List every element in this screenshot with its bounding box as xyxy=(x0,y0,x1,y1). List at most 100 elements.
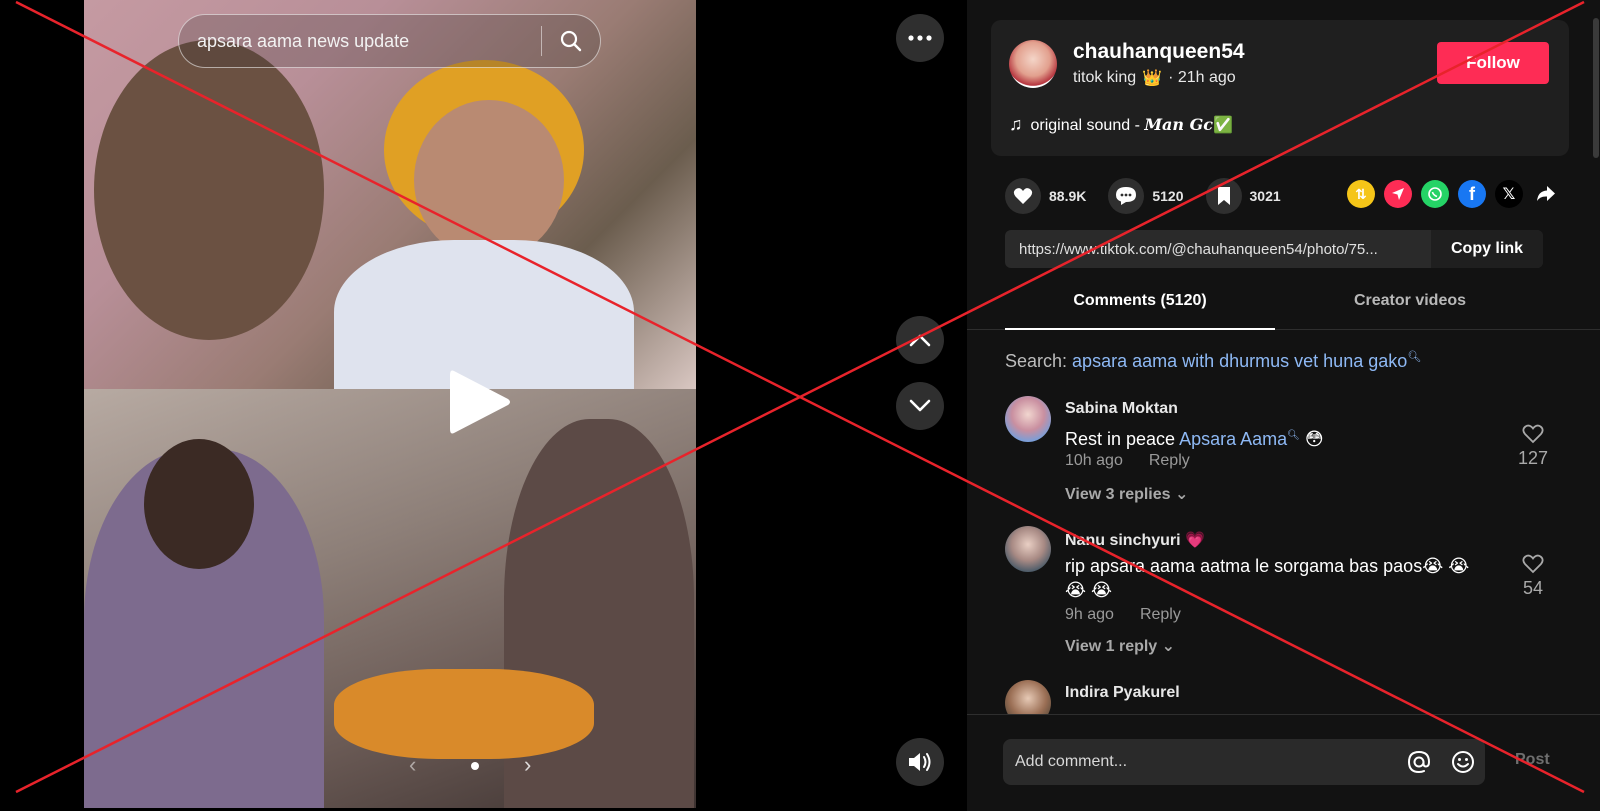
engagement-row: 88.9K 5120 3021 ⇅ f 𝕏 xyxy=(1005,176,1565,216)
chevron-down-icon: ⌄ xyxy=(1175,486,1189,503)
comment-like[interactable]: 54 xyxy=(1511,554,1555,599)
commenter-avatar[interactable] xyxy=(1005,680,1051,714)
reply-button[interactable]: Reply xyxy=(1149,452,1190,470)
tab-comments[interactable]: Comments (5120) xyxy=(1005,286,1275,330)
author-avatar[interactable] xyxy=(1009,40,1057,88)
x-twitter-icon[interactable]: 𝕏 xyxy=(1495,180,1523,208)
emoji-icon[interactable] xyxy=(1441,750,1485,774)
reply-button[interactable]: Reply xyxy=(1140,606,1181,624)
share-icons: ⇅ f 𝕏 xyxy=(1347,176,1560,212)
comment-item: Sabina Moktan Rest in peace Apsara Aama🔍… xyxy=(1005,396,1565,516)
comment-item: Nanu sinchyuri 💗 rip apsara aama aatma l… xyxy=(1005,526,1565,666)
chevron-down-icon[interactable] xyxy=(896,382,944,430)
scrollbar[interactable] xyxy=(1593,18,1599,158)
crown-icon: 👑 xyxy=(1142,70,1163,87)
share-link-text[interactable]: https://www.tiktok.com/@chauhanqueen54/p… xyxy=(1005,241,1431,258)
chevron-up-icon[interactable] xyxy=(896,316,944,364)
search-small-icon: 🔍︎ xyxy=(1407,351,1422,363)
comment-like-count: 127 xyxy=(1517,448,1549,468)
author-nickname: titok king xyxy=(1073,69,1137,86)
author-subline: titok king 👑 · 21h ago xyxy=(1073,68,1236,88)
comment-icon[interactable] xyxy=(1108,178,1145,214)
comment-text: Rest in peace Apsara Aama🔍︎ 😳 xyxy=(1065,424,1495,451)
photo-figure-man xyxy=(94,40,324,340)
search-bar[interactable]: apsara aama news update xyxy=(178,14,601,68)
comment-stat[interactable]: 5120 xyxy=(1108,178,1184,214)
save-count: 3021 xyxy=(1249,188,1281,204)
panel-tabs: Comments (5120) Creator videos xyxy=(967,286,1600,330)
share-arrow-icon[interactable] xyxy=(1532,180,1560,208)
carousel-prev-icon[interactable]: ‹ xyxy=(409,752,416,778)
save-stat[interactable]: 3021 xyxy=(1205,178,1281,214)
carousel-indicator xyxy=(471,762,479,770)
more-options-icon[interactable] xyxy=(896,14,944,62)
comment-text-suffix: 😳 xyxy=(1299,429,1324,449)
commenter-name[interactable]: Indira Pyakurel xyxy=(1065,684,1180,702)
carousel-next-icon[interactable]: › xyxy=(524,752,531,778)
chevron-down-icon: ⌄ xyxy=(1161,638,1176,655)
commenter-avatar[interactable] xyxy=(1005,526,1051,572)
view-replies-label: View 1 reply xyxy=(1065,638,1158,655)
commenter-avatar[interactable] xyxy=(1005,396,1051,442)
author-username[interactable]: chauhanqueen54 xyxy=(1073,40,1245,64)
photo-bottom-image xyxy=(84,389,696,808)
comment-input[interactable]: Add comment... xyxy=(1003,739,1485,785)
comment-time: 9h ago xyxy=(1065,606,1114,623)
post-button[interactable]: Post xyxy=(1515,751,1550,769)
comment-text: rip apsara aama aatma le sorgama bas pao… xyxy=(1065,556,1470,600)
like-stat[interactable]: 88.9K xyxy=(1005,178,1086,214)
comment-like-count: 54 xyxy=(1522,578,1544,598)
share-link-box[interactable]: https://www.tiktok.com/@chauhanqueen54/p… xyxy=(1005,230,1543,268)
comment-time: 10h ago xyxy=(1065,452,1123,469)
search-suggestion[interactable]: Search: apsara aama with dhurmus vet hun… xyxy=(1005,350,1421,372)
facebook-icon[interactable]: f xyxy=(1458,180,1486,208)
verified-check-icon: ✅ xyxy=(1213,116,1233,134)
search-input[interactable]: apsara aama news update xyxy=(197,31,541,52)
comment-like[interactable]: 127 xyxy=(1511,424,1555,469)
comment-placeholder: Add comment... xyxy=(1015,753,1128,770)
view-replies-button[interactable]: View 1 reply ⌄ xyxy=(1065,636,1175,656)
comment-count: 5120 xyxy=(1152,188,1184,204)
send-icon[interactable] xyxy=(1384,180,1412,208)
view-replies-button[interactable]: View 3 replies ⌄ xyxy=(1065,484,1188,504)
comment-mention-link[interactable]: Apsara Aama xyxy=(1179,429,1287,449)
music-note-icon: ♫ xyxy=(1009,114,1023,134)
bookmark-icon[interactable] xyxy=(1205,178,1242,214)
play-icon[interactable] xyxy=(444,365,514,439)
like-count: 88.9K xyxy=(1049,188,1087,204)
commenter-name[interactable]: Sabina Moktan xyxy=(1065,400,1178,418)
search-icon[interactable] xyxy=(542,14,600,68)
search-suggestion-prefix: Search: xyxy=(1005,351,1073,371)
heart-icon[interactable] xyxy=(1005,178,1041,214)
search-small-icon: 🔍︎ xyxy=(1287,430,1300,441)
tab-creator-videos[interactable]: Creator videos xyxy=(1275,286,1545,330)
photo-figure-blanket xyxy=(334,669,594,759)
search-suggestion-query[interactable]: apsara aama with dhurmus vet huna gako xyxy=(1072,351,1407,371)
comment-item: Indira Pyakurel xyxy=(1005,680,1565,714)
detail-panel: chauhanqueen54 titok king 👑 · 21h ago Fo… xyxy=(967,0,1600,811)
sound-title: original sound - 𝑴𝒂𝒏 𝑮𝒄✅ xyxy=(1031,115,1233,135)
post-time: · 21h ago xyxy=(1168,69,1236,86)
repost-icon[interactable]: ⇅ xyxy=(1347,180,1375,208)
sound-link[interactable]: ♫ original sound - 𝑴𝒂𝒏 𝑮𝒄✅ xyxy=(1009,114,1233,135)
whatsapp-icon[interactable] xyxy=(1421,180,1449,208)
volume-icon[interactable] xyxy=(896,738,944,786)
heart-outline-icon xyxy=(1522,554,1544,574)
video-player[interactable]: ‹ › apsara aama news update xyxy=(0,0,967,811)
photo-carousel[interactable]: ‹ › xyxy=(84,0,696,808)
copy-link-button[interactable]: Copy link xyxy=(1431,230,1543,268)
comment-meta: 9h ago Reply xyxy=(1065,606,1181,624)
author-card: chauhanqueen54 titok king 👑 · 21h ago Fo… xyxy=(991,20,1569,156)
photo-figure-elder xyxy=(414,100,564,260)
view-replies-label: View 3 replies xyxy=(1065,486,1171,503)
sound-artist: 𝑴𝒂𝒏 𝑮𝒄 xyxy=(1144,114,1214,134)
follow-button[interactable]: Follow xyxy=(1437,42,1549,84)
heart-outline-icon xyxy=(1522,424,1544,444)
comment-text-prefix: Rest in peace xyxy=(1065,429,1180,449)
sound-prefix: original sound - xyxy=(1030,116,1145,134)
mention-icon[interactable] xyxy=(1397,750,1441,774)
commenter-name[interactable]: Nanu sinchyuri 💗 xyxy=(1065,530,1205,550)
comment-composer: Add comment... Post xyxy=(967,714,1600,811)
comment-meta: 10h ago Reply xyxy=(1065,452,1190,470)
photo-figure-hair xyxy=(144,439,254,569)
